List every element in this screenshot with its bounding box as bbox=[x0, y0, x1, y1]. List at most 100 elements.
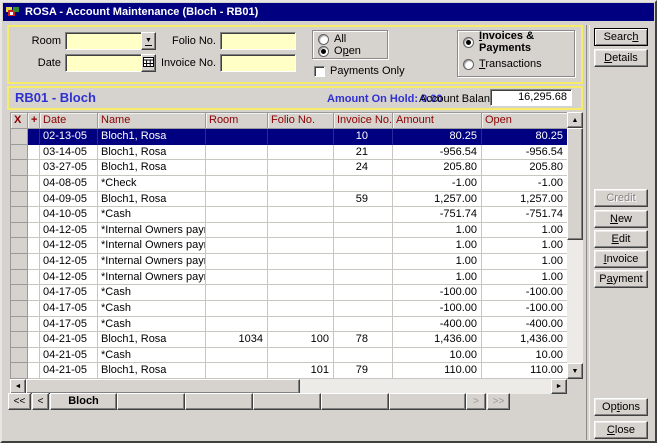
last-record-button[interactable]: >> bbox=[487, 393, 510, 410]
horizontal-scroll-thumb[interactable] bbox=[26, 379, 300, 394]
invoices-payments-label: Invoices & Payments bbox=[479, 30, 581, 54]
column-header-Folio No.[interactable]: Folio No. bbox=[268, 113, 334, 128]
room-input[interactable] bbox=[65, 32, 142, 50]
previous-record-button[interactable]: < bbox=[32, 393, 49, 410]
column-header-Date[interactable]: Date bbox=[40, 113, 98, 128]
radio-open-icon bbox=[318, 46, 329, 57]
table-row[interactable]: 04-09-05Bloch1, Rosa591,257.001,257.00 bbox=[11, 192, 567, 208]
table-row[interactable]: 04-12-05*Internal Owners payment code1.0… bbox=[11, 270, 567, 286]
account-tab-bloch[interactable]: Bloch bbox=[50, 393, 117, 410]
column-header-Room[interactable]: Room bbox=[206, 113, 268, 128]
cell-open: 1.00 bbox=[482, 254, 568, 270]
account-maintenance-window: ROSA - Account Maintenance (Bloch - RB01… bbox=[0, 0, 657, 443]
column-header-Name[interactable]: Name bbox=[98, 113, 206, 128]
cell-folio bbox=[268, 301, 334, 317]
payments-only-checkbox[interactable]: Payments Only bbox=[314, 65, 405, 77]
table-row[interactable]: 04-10-05*Cash-751.74-751.74 bbox=[11, 207, 567, 223]
vertical-scrollbar[interactable]: ▲ ▼ bbox=[567, 112, 583, 379]
view-option-invoices-payments[interactable]: Invoices & Payments bbox=[463, 36, 581, 48]
table-row[interactable]: 04-21-05*Cash10.0010.00 bbox=[11, 348, 567, 364]
table-row[interactable]: 04-12-05*Internal Owners payment code1.0… bbox=[11, 223, 567, 239]
new-button[interactable]: New bbox=[594, 210, 648, 228]
scroll-down-button[interactable]: ▼ bbox=[567, 363, 583, 379]
first-record-button[interactable]: << bbox=[8, 393, 31, 410]
cell-row-selector bbox=[11, 129, 28, 145]
cell-room bbox=[206, 363, 268, 379]
next-record-button[interactable]: > bbox=[466, 393, 486, 410]
table-row[interactable]: 02-13-05Bloch1, Rosa1080.2580.25 bbox=[11, 129, 567, 145]
table-row[interactable]: 04-21-05Bloch1, Rosa10179110.00110.00 bbox=[11, 363, 567, 379]
table-row[interactable]: 04-17-05*Cash-100.00-100.00 bbox=[11, 301, 567, 317]
room-label: Room bbox=[19, 34, 61, 49]
table-row[interactable]: 04-17-05*Cash-100.00-100.00 bbox=[11, 285, 567, 301]
invoice-input[interactable] bbox=[220, 54, 296, 72]
column-header-Invoice No.[interactable]: Invoice No. bbox=[334, 113, 393, 128]
cell-room bbox=[206, 301, 268, 317]
account-tab-empty-3[interactable] bbox=[253, 393, 321, 410]
scope-open-label: Open bbox=[334, 45, 361, 57]
folio-input[interactable] bbox=[220, 32, 296, 50]
cell-folio bbox=[268, 270, 334, 286]
table-row[interactable]: 04-12-05*Internal Owners payment code1.0… bbox=[11, 254, 567, 270]
table-header-row[interactable]: X+DateNameRoomFolio No.Invoice No.Amount… bbox=[11, 112, 567, 129]
cell-room bbox=[206, 176, 268, 192]
cell-folio bbox=[268, 160, 334, 176]
scope-option-all[interactable]: All bbox=[318, 33, 346, 45]
date-input[interactable] bbox=[65, 54, 142, 72]
cell-amount: 110.00 bbox=[393, 363, 482, 379]
table-row[interactable]: 03-14-05Bloch1, Rosa21-956.54-956.54 bbox=[11, 145, 567, 161]
cell-invoice-no bbox=[334, 348, 393, 364]
cell-amount: 10.00 bbox=[393, 348, 482, 364]
column-header-+[interactable]: + bbox=[28, 113, 40, 128]
table-row[interactable]: 04-12-05*Internal Owners payment code1.0… bbox=[11, 238, 567, 254]
cell-room bbox=[206, 317, 268, 333]
search-button[interactable]: Search bbox=[594, 28, 648, 46]
cell-open: -1.00 bbox=[482, 176, 568, 192]
account-tab-empty-1[interactable] bbox=[117, 393, 185, 410]
close-button[interactable]: Close bbox=[594, 421, 648, 439]
account-tab-empty-5[interactable] bbox=[389, 393, 466, 410]
vertical-scroll-thumb[interactable] bbox=[567, 128, 583, 240]
credit-button[interactable]: Credit bbox=[594, 189, 648, 207]
title-bar[interactable]: ROSA - Account Maintenance (Bloch - RB01… bbox=[3, 3, 654, 21]
scope-option-open[interactable]: Open bbox=[318, 45, 361, 57]
cell-expand bbox=[28, 176, 40, 192]
table-row[interactable]: 04-21-05Bloch1, Rosa1034100781,436.001,4… bbox=[11, 332, 567, 348]
payments-only-label: Payments Only bbox=[330, 65, 405, 77]
scroll-up-button[interactable]: ▲ bbox=[567, 112, 583, 128]
filter-panel: Room ▼ Date Folio No. Invoice No. bbox=[7, 25, 583, 84]
cell-name: *Internal Owners payment code bbox=[98, 270, 206, 286]
column-header-Open[interactable]: Open bbox=[482, 113, 568, 128]
account-tab-empty-4[interactable] bbox=[321, 393, 389, 410]
radio-all-icon bbox=[318, 34, 329, 45]
cell-folio bbox=[268, 348, 334, 364]
cell-name: *Check bbox=[98, 176, 206, 192]
horizontal-scrollbar[interactable]: ◄ ► bbox=[10, 379, 567, 394]
options-button[interactable]: Options bbox=[594, 398, 648, 416]
cell-room bbox=[206, 348, 268, 364]
cell-open: -100.00 bbox=[482, 285, 568, 301]
cell-amount: 1.00 bbox=[393, 270, 482, 286]
cell-invoice-no: 78 bbox=[334, 332, 393, 348]
cell-folio bbox=[268, 129, 334, 145]
column-header-Amount[interactable]: Amount bbox=[393, 113, 482, 128]
cell-name: Bloch1, Rosa bbox=[98, 160, 206, 176]
cell-date: 04-10-05 bbox=[40, 207, 98, 223]
column-header-X[interactable]: X bbox=[11, 113, 28, 128]
cell-row-selector bbox=[11, 317, 28, 333]
account-tab-empty-2[interactable] bbox=[185, 393, 253, 410]
edit-button[interactable]: Edit bbox=[594, 230, 648, 248]
transactions-label: Transactions bbox=[479, 58, 542, 70]
table-row[interactable]: 04-08-05*Check-1.00-1.00 bbox=[11, 176, 567, 192]
table-row[interactable]: 03-27-05Bloch1, Rosa24205.80205.80 bbox=[11, 160, 567, 176]
cell-amount: -1.00 bbox=[393, 176, 482, 192]
payment-button[interactable]: Payment bbox=[594, 270, 648, 288]
scroll-right-button[interactable]: ► bbox=[551, 379, 567, 394]
details-button[interactable]: Details bbox=[594, 49, 648, 67]
table-row[interactable]: 04-17-05*Cash-400.00-400.00 bbox=[11, 317, 567, 333]
invoice-button[interactable]: Invoice bbox=[594, 250, 648, 268]
view-option-transactions[interactable]: Transactions bbox=[463, 58, 542, 70]
scroll-left-button[interactable]: ◄ bbox=[10, 379, 26, 394]
cell-row-selector bbox=[11, 207, 28, 223]
cell-open: 1,257.00 bbox=[482, 192, 568, 208]
